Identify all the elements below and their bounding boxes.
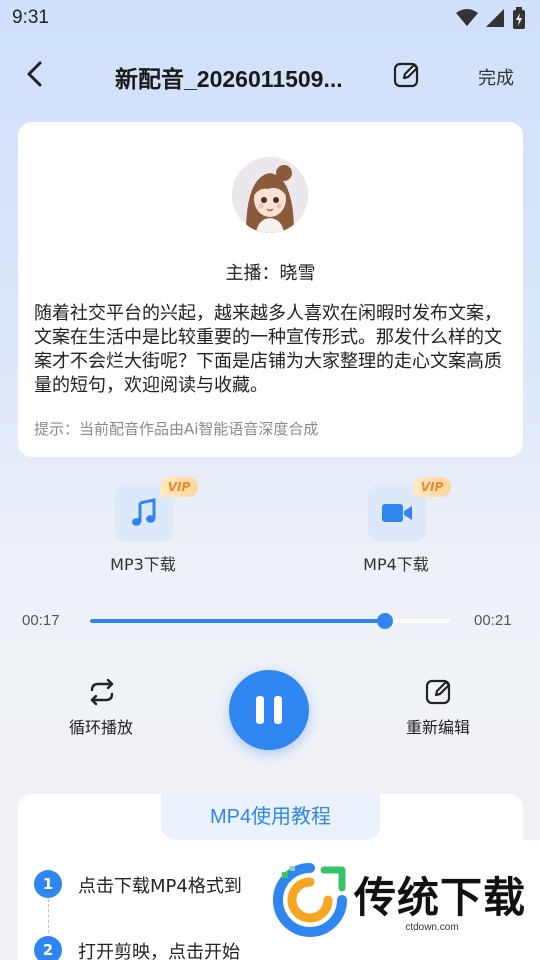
watermark-logo-icon	[273, 863, 347, 937]
anchor-name: 主播：晓雪	[225, 263, 316, 284]
reedit-label: 重新编辑	[405, 718, 470, 737]
progress-slider[interactable]	[90, 613, 450, 629]
watermark-text: 传统下载	[354, 873, 527, 922]
vip-badge: VIP	[160, 477, 198, 497]
status-icons	[456, 7, 526, 29]
edit-icon	[425, 679, 451, 705]
progress-fill	[90, 619, 386, 623]
total-time: 00:21	[474, 612, 512, 629]
anchor-avatar	[232, 157, 308, 233]
edit-title-icon[interactable]	[392, 60, 422, 90]
ai-hint: 提示：当前配音作品由Ai智能语音深度合成	[34, 420, 319, 438]
step-connector	[48, 899, 49, 933]
step-text: 点击下载MP4格式到	[78, 876, 242, 897]
status-time: 9:31	[12, 7, 49, 28]
watermark: 传统下载 ctdown.com	[266, 840, 540, 960]
mp3-download-label: MP3下载	[110, 555, 176, 574]
mp4-download-label: MP4下载	[363, 555, 429, 574]
video-camera-icon	[382, 504, 412, 522]
current-time: 00:17	[22, 612, 60, 629]
done-button[interactable]: 完成	[478, 64, 514, 90]
vip-badge: VIP	[413, 477, 451, 497]
step-number: 1	[34, 870, 62, 898]
signal-icon	[486, 9, 504, 27]
tutorial-title: MP4使用教程	[161, 794, 380, 840]
progress-thumb[interactable]	[377, 613, 394, 629]
battery-icon	[513, 7, 525, 29]
pause-button[interactable]	[229, 670, 309, 750]
page-title: 新配音_2026011509...	[115, 66, 343, 92]
header: 新配音_2026011509... 完成	[0, 48, 540, 102]
step-number: 2	[34, 936, 62, 960]
wifi-icon	[456, 9, 478, 26]
script-card: 主播：晓雪 随着社交平台的兴起，越来越多人喜欢在闲暇时发布文案，文案在生活中是比…	[18, 122, 523, 457]
step-text: 打开剪映，点击开始	[78, 942, 240, 960]
pause-icon	[274, 696, 282, 724]
watermark-url: ctdown.com	[405, 922, 459, 933]
mp3-download-button[interactable]: VIP MP3下载	[78, 477, 208, 576]
music-note-icon	[132, 498, 156, 526]
pause-icon	[256, 696, 264, 724]
loop-label: 循环播放	[68, 718, 133, 737]
script-text: 随着社交平台的兴起，越来越多人喜欢在闲暇时发布文案，文案在生活中是比较重要的一种…	[34, 303, 502, 396]
loop-button[interactable]: 循环播放	[46, 676, 156, 740]
reedit-button[interactable]: 重新编辑	[383, 676, 493, 740]
loop-icon	[90, 678, 114, 706]
avatar-illustration	[232, 157, 308, 233]
back-arrow-icon[interactable]	[20, 58, 52, 90]
mp4-download-button[interactable]: VIP MP4下载	[331, 477, 461, 576]
status-bar: 9:31	[0, 0, 540, 36]
